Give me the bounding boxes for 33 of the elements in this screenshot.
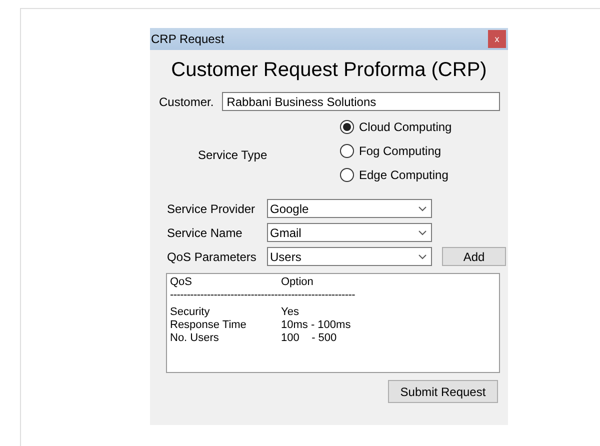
column-header: QoS bbox=[170, 276, 194, 289]
window-title: CRP Request bbox=[151, 32, 224, 46]
field-label: Service Name bbox=[167, 226, 244, 240]
chevron-down-icon bbox=[418, 206, 427, 212]
chevron-down-icon bbox=[418, 254, 427, 260]
column-header: Option bbox=[281, 276, 314, 289]
form-heading: Customer Request Proforma (CRP) bbox=[170, 59, 488, 82]
list-cell-text: Security bbox=[170, 306, 211, 319]
add-button[interactable]: Add bbox=[442, 247, 506, 266]
dropdown[interactable]: Google bbox=[267, 199, 432, 218]
submit-button[interactable]: Submit Request bbox=[388, 380, 498, 403]
list-cell-text: No. Users bbox=[170, 332, 220, 345]
list-cell-text: Response Time bbox=[170, 319, 248, 332]
field-label: QoS Parameters bbox=[167, 250, 258, 264]
close-button[interactable]: x bbox=[488, 30, 506, 48]
field-label: Service Provider bbox=[167, 202, 256, 216]
list-cell: Yes bbox=[281, 306, 299, 319]
separator-line: ------------------------------------------------------- bbox=[170, 289, 356, 302]
radio-label[interactable]: Edge Computing bbox=[359, 168, 448, 182]
radio-button[interactable] bbox=[340, 144, 354, 158]
list-cell: 10ms - 100ms bbox=[281, 319, 351, 332]
dropdown[interactable]: Users bbox=[267, 247, 432, 266]
radio-label[interactable]: Fog Computing bbox=[359, 144, 442, 158]
radio-button[interactable] bbox=[340, 120, 354, 134]
customer-field[interactable]: Rabbani Business Solutions bbox=[222, 92, 500, 111]
radio-button[interactable] bbox=[340, 168, 354, 182]
list-cell: 100 - 500 bbox=[281, 332, 337, 345]
field-label: Customer. bbox=[159, 94, 214, 108]
dropdown[interactable]: Gmail bbox=[267, 223, 432, 242]
list-box[interactable]: QoS Option ------------------------------------------------------- Security Yes Response Time 10ms - 100ms No. Users 100 - 500 bbox=[166, 273, 500, 373]
radio-label[interactable]: Cloud Computing bbox=[359, 120, 452, 134]
chevron-down-icon bbox=[418, 230, 427, 236]
field-label: Service Type bbox=[197, 148, 268, 162]
